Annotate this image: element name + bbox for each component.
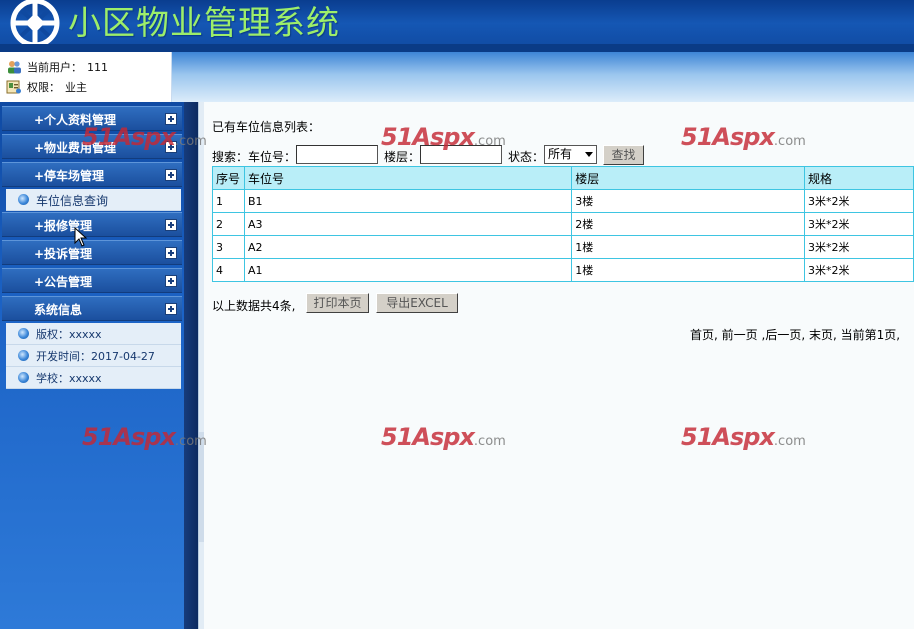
dev-date-text: 开发时间：2017-04-27 bbox=[36, 350, 155, 363]
prev-page-link[interactable]: 前一页 bbox=[722, 328, 758, 342]
role-label: 权限： bbox=[27, 81, 60, 94]
current-user-line: 当前用户： 111 bbox=[6, 59, 108, 75]
sidebar: +个人资料管理 +物业费用管理 +停车场管理 车位信息查询 +报修管理 +投诉管… bbox=[0, 102, 198, 629]
current-user-value: 111 bbox=[87, 60, 108, 74]
parking-table: 序号 车位号 楼层 规格 1 B1 3楼 3米*2米 2 A3 2楼 3米*2米… bbox=[212, 166, 914, 282]
table-cell: 3米*2米 bbox=[803, 258, 914, 282]
list-title: 已有车位信息列表： bbox=[212, 120, 321, 134]
table-cell: 3楼 bbox=[571, 189, 805, 213]
search-bar: 搜索： 车位号： 楼层： 状态： 所有 查找 bbox=[212, 145, 912, 167]
table-row: 3 A2 1楼 3米*2米 bbox=[212, 235, 914, 259]
table-row: 4 A1 1楼 3米*2米 bbox=[212, 258, 914, 282]
status-label: 状态： bbox=[508, 150, 545, 164]
table-footer: 以上数据共4条, 打印本页 导出EXCEL bbox=[212, 292, 914, 316]
id-card-icon bbox=[6, 80, 21, 94]
print-page-button[interactable]: 打印本页 bbox=[306, 293, 369, 313]
space-no-input[interactable] bbox=[296, 145, 378, 164]
bullet-icon bbox=[18, 194, 29, 205]
mouse-cursor-icon bbox=[74, 227, 88, 247]
table-cell: 3米*2米 bbox=[803, 212, 914, 236]
menu-label: +物业费用管理 bbox=[34, 141, 117, 155]
floor-input[interactable] bbox=[420, 145, 502, 164]
expand-plus-icon[interactable] bbox=[165, 169, 177, 181]
table-cell: A2 bbox=[243, 235, 573, 259]
export-excel-button[interactable]: 导出EXCEL bbox=[376, 293, 458, 313]
role-line: 权限： 业主 bbox=[6, 79, 87, 95]
school-text: 学校：xxxxx bbox=[36, 372, 102, 385]
menu-label: +投诉管理 bbox=[34, 247, 93, 261]
table-row: 1 B1 3楼 3米*2米 bbox=[212, 189, 914, 213]
sub-item-dev-date: 开发时间：2017-04-27 bbox=[6, 345, 181, 367]
table-cell: 1楼 bbox=[571, 258, 805, 282]
bullet-icon bbox=[18, 328, 29, 339]
table-cell: 4 bbox=[212, 258, 245, 282]
next-page-link[interactable]: ,后一页, bbox=[762, 328, 806, 342]
current-user-label: 当前用户： bbox=[27, 61, 82, 74]
main-content: 已有车位信息列表： 搜索： 车位号： 楼层： 状态： 所有 查找 序号 车位号 … bbox=[204, 102, 914, 629]
menu-label: +公告管理 bbox=[34, 275, 93, 289]
logo-icon bbox=[10, 0, 60, 46]
sub-item-copyright: 版权：xxxxx bbox=[6, 323, 181, 345]
menu-property-fee[interactable]: +物业费用管理 bbox=[2, 134, 182, 159]
first-page-link[interactable]: 首页, bbox=[690, 328, 718, 342]
sub-item-school: 学校：xxxxx bbox=[6, 367, 181, 389]
last-page-link[interactable]: 末页, bbox=[809, 328, 837, 342]
menu-system-info[interactable]: 系统信息 bbox=[2, 296, 182, 321]
menu-label: 系统信息 bbox=[34, 303, 83, 317]
sub-item-label: 车位信息查询 bbox=[36, 194, 109, 208]
table-cell: 2楼 bbox=[571, 212, 805, 236]
expand-plus-icon[interactable] bbox=[165, 141, 177, 153]
bullet-icon bbox=[18, 350, 29, 361]
current-page-text: 当前第1页, bbox=[840, 328, 901, 342]
expand-plus-icon[interactable] bbox=[165, 113, 177, 125]
expand-plus-icon[interactable] bbox=[165, 275, 177, 287]
expand-plus-icon[interactable] bbox=[165, 219, 177, 231]
bullet-icon bbox=[18, 372, 29, 383]
table-cell: 3米*2米 bbox=[803, 235, 914, 259]
dropdown-arrow-icon bbox=[585, 152, 593, 157]
sub-item-parking-query[interactable]: 车位信息查询 bbox=[6, 189, 181, 211]
space-no-label: 车位号： bbox=[248, 150, 297, 164]
menu-label: +个人资料管理 bbox=[34, 113, 117, 127]
table-row: 2 A3 2楼 3米*2米 bbox=[212, 212, 914, 236]
app-title: 小区物业管理系统 bbox=[68, 3, 340, 42]
table-cell: 3米*2米 bbox=[803, 189, 914, 213]
menu-parking[interactable]: +停车场管理 bbox=[2, 162, 182, 187]
users-icon bbox=[8, 61, 21, 74]
menu-repair[interactable]: +报修管理 bbox=[2, 212, 182, 237]
table-cell: 3 bbox=[212, 235, 245, 259]
total-count-text: 以上数据共4条, bbox=[212, 299, 296, 313]
menu-label: +停车场管理 bbox=[34, 169, 105, 183]
role-value: 业主 bbox=[65, 81, 87, 94]
table-cell: 1楼 bbox=[571, 235, 805, 259]
search-label: 搜索： bbox=[212, 150, 249, 164]
copyright-text: 版权：xxxxx bbox=[36, 328, 102, 341]
column-header: 规格 bbox=[803, 166, 914, 190]
menu-personal-info[interactable]: +个人资料管理 bbox=[2, 106, 182, 131]
table-header-row: 序号 车位号 楼层 规格 bbox=[212, 166, 914, 190]
column-header: 楼层 bbox=[571, 166, 805, 190]
expand-plus-icon[interactable] bbox=[165, 303, 177, 315]
status-select-value: 所有 bbox=[548, 147, 573, 161]
find-button[interactable]: 查找 bbox=[603, 145, 644, 165]
table-cell: B1 bbox=[243, 189, 573, 213]
user-info-panel: 当前用户： 111 权限： 业主 bbox=[0, 52, 172, 102]
column-header: 序号 bbox=[212, 166, 245, 190]
table-cell: 2 bbox=[212, 212, 245, 236]
pagination: 首页, 前一页 ,后一页, 末页, 当前第1页, bbox=[690, 326, 900, 343]
table-cell: A1 bbox=[243, 258, 573, 282]
table-cell: A3 bbox=[243, 212, 573, 236]
table-cell: 1 bbox=[212, 189, 245, 213]
expand-plus-icon[interactable] bbox=[165, 247, 177, 259]
floor-label: 楼层： bbox=[384, 150, 421, 164]
menu-complaint[interactable]: +投诉管理 bbox=[2, 240, 182, 265]
column-header: 车位号 bbox=[243, 166, 573, 190]
app-header: 小区物业管理系统 bbox=[0, 0, 914, 52]
header-band bbox=[172, 52, 914, 102]
status-select[interactable]: 所有 bbox=[544, 145, 597, 164]
menu-announcement[interactable]: +公告管理 bbox=[2, 268, 182, 293]
